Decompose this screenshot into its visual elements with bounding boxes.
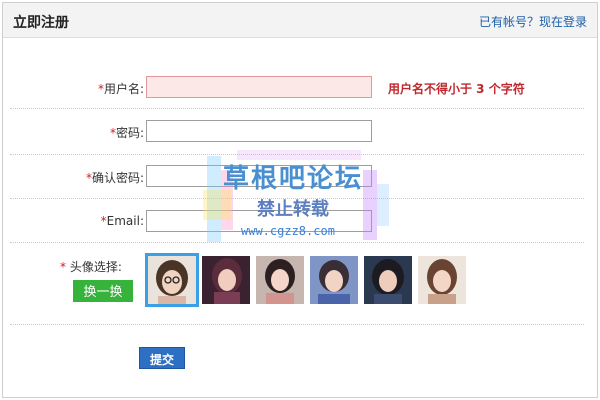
username-input[interactable] xyxy=(146,76,372,98)
username-row: *用户名: 用户名不得小于 3 个字符 xyxy=(10,62,584,109)
submit-button[interactable]: 提交 xyxy=(139,347,185,369)
avatar-option-6[interactable] xyxy=(418,256,466,304)
avatar-option-2[interactable] xyxy=(202,256,250,304)
email-label: *Email: xyxy=(101,214,144,228)
swap-avatars-button[interactable]: 换一换 xyxy=(73,280,133,302)
email-label-text: Email: xyxy=(106,214,144,228)
username-label-text: 用户名: xyxy=(103,82,144,96)
login-link[interactable]: 已有帐号？现在登录 xyxy=(479,13,587,30)
email-row: *Email: xyxy=(10,198,584,243)
confirm-password-label: *确认密码: xyxy=(86,169,144,186)
password-label-text: 密码: xyxy=(115,126,144,140)
confirm-password-input[interactable] xyxy=(146,165,372,187)
email-input[interactable] xyxy=(146,210,372,232)
avatar-label-text: 头像选择: xyxy=(69,260,122,274)
username-label: *用户名: xyxy=(98,80,144,97)
avatar-option-4[interactable] xyxy=(310,256,358,304)
password-input[interactable] xyxy=(146,120,372,142)
confirm-password-label-text: 确认密码: xyxy=(91,171,144,185)
page-title: 立即注册 xyxy=(13,15,69,31)
avatar-option-3[interactable] xyxy=(256,256,304,304)
panel-header: 立即注册 已有帐号？现在登录 xyxy=(3,3,597,38)
confirm-password-row: *确认密码: xyxy=(10,154,584,199)
avatar-label: * 头像选择: xyxy=(60,258,122,275)
password-label: *密码: xyxy=(110,124,144,141)
avatar-option-5[interactable] xyxy=(364,256,412,304)
username-error: 用户名不得小于 3 个字符 xyxy=(388,82,525,96)
password-row: *密码: xyxy=(10,108,584,155)
avatar-option-1[interactable] xyxy=(145,253,199,307)
required-star: * xyxy=(60,260,66,274)
